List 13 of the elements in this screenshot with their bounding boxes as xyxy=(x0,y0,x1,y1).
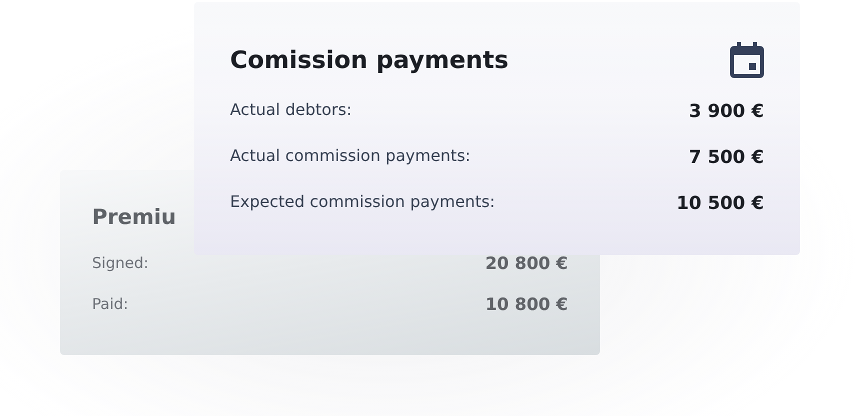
card-title: Comission payments xyxy=(230,45,508,76)
row-label: Actual debtors: xyxy=(230,99,352,121)
amount-value: 10 800 € xyxy=(485,294,568,316)
row-label: Actual commission payments: xyxy=(230,145,471,167)
amount-value: 3 900 € xyxy=(688,100,764,124)
calendar-icon xyxy=(730,42,764,78)
amount-value: 7 500 € xyxy=(688,146,764,170)
card-title: Premiu xyxy=(92,204,176,231)
row-label: Signed: xyxy=(92,252,149,274)
row-label: Expected commission payments: xyxy=(230,191,496,213)
amount-value: 10 500 € xyxy=(676,192,764,216)
row-label: Paid: xyxy=(92,294,128,314)
amount-value: 20 800 € xyxy=(485,252,568,276)
